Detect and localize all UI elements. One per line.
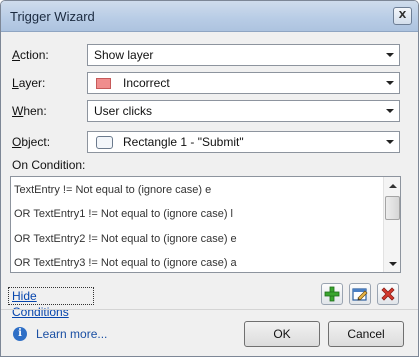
when-dropdown[interactable]: User clicks bbox=[87, 100, 400, 122]
delete-x-icon bbox=[381, 287, 395, 301]
chevron-down-icon bbox=[383, 75, 397, 91]
hide-conditions-link[interactable]: Hide Conditions bbox=[8, 287, 94, 319]
condition-row[interactable]: OR TextEntry2 != Not equal to (ignore ca… bbox=[14, 233, 237, 245]
plus-icon bbox=[324, 286, 340, 302]
delete-condition-button[interactable] bbox=[377, 283, 399, 305]
layer-dropdown[interactable]: Incorrect bbox=[87, 72, 400, 94]
rectangle-shape-icon bbox=[96, 136, 113, 149]
scroll-up-icon[interactable] bbox=[385, 178, 400, 193]
when-value: User clicks bbox=[94, 104, 153, 118]
object-value: Rectangle 1 - "Submit" bbox=[123, 135, 244, 149]
scroll-thumb[interactable] bbox=[385, 196, 400, 220]
edit-condition-button[interactable] bbox=[349, 283, 371, 305]
object-dropdown[interactable]: Rectangle 1 - "Submit" bbox=[87, 131, 400, 153]
ok-button[interactable]: OK bbox=[244, 321, 320, 347]
action-label: Action: bbox=[12, 48, 49, 62]
dialog-title: Trigger Wizard bbox=[10, 9, 95, 24]
vertical-scrollbar[interactable] bbox=[383, 177, 400, 272]
trigger-wizard-dialog: Trigger Wizard X Action: Show layer Laye… bbox=[0, 0, 419, 357]
on-condition-label: On Condition: bbox=[12, 158, 86, 172]
cancel-button[interactable]: Cancel bbox=[328, 321, 404, 347]
condition-row[interactable]: OR TextEntry1 != Not equal to (ignore ca… bbox=[14, 208, 233, 220]
chevron-down-icon bbox=[383, 47, 397, 63]
condition-row[interactable]: OR TextEntry3 != Not equal to (ignore ca… bbox=[14, 257, 237, 269]
close-button[interactable]: X bbox=[393, 7, 412, 25]
chevron-down-icon bbox=[383, 134, 397, 150]
layer-value: Incorrect bbox=[123, 76, 170, 90]
condition-row[interactable]: TextEntry != Not equal to (ignore case) … bbox=[14, 184, 211, 196]
scroll-down-icon[interactable] bbox=[385, 256, 400, 271]
action-value: Show layer bbox=[94, 48, 154, 62]
edit-icon bbox=[352, 288, 368, 301]
chevron-down-icon bbox=[383, 103, 397, 119]
close-icon: X bbox=[398, 10, 407, 21]
layer-label: Layer: bbox=[12, 76, 46, 90]
layer-color-swatch bbox=[96, 78, 111, 89]
action-dropdown[interactable]: Show layer bbox=[87, 44, 400, 66]
when-label: When: bbox=[12, 104, 47, 118]
footer-divider bbox=[1, 309, 418, 310]
conditions-list[interactable]: TextEntry != Not equal to (ignore case) … bbox=[10, 176, 401, 273]
info-icon: i bbox=[13, 327, 27, 341]
add-condition-button[interactable] bbox=[321, 283, 343, 305]
object-label: Object: bbox=[12, 135, 51, 149]
title-bar: Trigger Wizard X bbox=[1, 1, 418, 32]
learn-more-link[interactable]: Learn more... bbox=[36, 327, 107, 341]
